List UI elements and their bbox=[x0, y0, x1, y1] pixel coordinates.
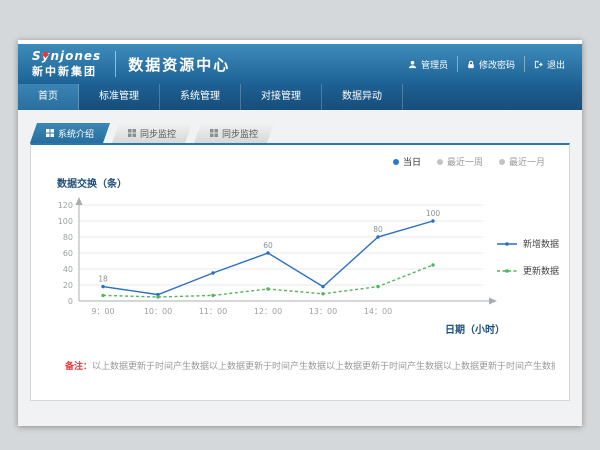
filter-label: 最近一周 bbox=[447, 155, 483, 168]
tab-label: 系统介绍 bbox=[58, 127, 94, 140]
content-area: 系统介绍 同步监控 同步监控 bbox=[18, 110, 582, 426]
grid-icon bbox=[46, 129, 54, 137]
svg-text:80: 80 bbox=[63, 233, 73, 242]
filter-today[interactable]: 当日 bbox=[393, 155, 421, 168]
logout-button-label: 退出 bbox=[547, 58, 565, 71]
dotted-line-sample-icon bbox=[496, 267, 518, 275]
svg-text:100: 100 bbox=[426, 209, 441, 218]
svg-text:0: 0 bbox=[68, 297, 73, 306]
desktop-background: Synjones 新中新集团 数据资源中心 管理员 修改密码 bbox=[0, 0, 600, 450]
filter-label: 最近一月 bbox=[509, 155, 545, 168]
filter-dot-icon bbox=[499, 159, 505, 165]
change-password-button-label: 修改密码 bbox=[479, 58, 515, 71]
nav-item-standard-mgmt[interactable]: 标准管理 bbox=[79, 84, 160, 110]
tab-strip: 系统介绍 同步监控 同步监控 bbox=[18, 110, 582, 143]
line-chart: 0 20 40 60 80 100 120 9：00 10：00 11：00 12：00 13：00 1… bbox=[41, 193, 501, 333]
svg-text:13：00: 13：00 bbox=[309, 307, 337, 316]
nav-item-home[interactable]: 首页 bbox=[18, 84, 79, 110]
tab-label: 同步监控 bbox=[140, 127, 176, 140]
svg-text:10：00: 10：00 bbox=[144, 307, 172, 316]
svg-text:40: 40 bbox=[63, 265, 73, 274]
svg-text:18: 18 bbox=[98, 275, 108, 284]
main-nav: 首页 标准管理 系统管理 对接管理 数据异动 bbox=[18, 84, 582, 110]
legend-new-data[interactable]: 新增数据 bbox=[496, 237, 559, 250]
user-toolbar: 管理员 修改密码 退出 bbox=[399, 44, 582, 84]
svg-text:80: 80 bbox=[373, 225, 383, 234]
logout-button[interactable]: 退出 bbox=[524, 56, 574, 72]
svg-text:9：00: 9：00 bbox=[91, 307, 114, 316]
grid-icon bbox=[128, 129, 136, 137]
logo-text-en: Synjones bbox=[32, 49, 101, 63]
admin-button-label: 管理员 bbox=[421, 58, 448, 71]
nav-item-connect-mgmt[interactable]: 对接管理 bbox=[241, 84, 322, 110]
y-axis-title: 数据交换（条） bbox=[57, 175, 127, 190]
svg-text:120: 120 bbox=[58, 201, 73, 210]
page-title: 数据资源中心 bbox=[128, 54, 230, 75]
logout-icon bbox=[534, 60, 543, 69]
tab-label: 同步监控 bbox=[222, 127, 258, 140]
svg-text:14：00: 14：00 bbox=[364, 307, 392, 316]
tab-sync-monitor-1[interactable]: 同步监控 bbox=[112, 123, 192, 143]
legend-updated-data[interactable]: 更新数据 bbox=[496, 264, 559, 277]
chart-legend: 新增数据 更新数据 bbox=[496, 237, 559, 277]
footnote-prefix: 备注： bbox=[65, 362, 92, 372]
svg-text:20: 20 bbox=[63, 281, 73, 290]
filter-label: 当日 bbox=[403, 155, 421, 168]
brand-logo: Synjones 新中新集团 bbox=[18, 49, 113, 79]
svg-text:12：00: 12：00 bbox=[254, 307, 282, 316]
change-password-button[interactable]: 修改密码 bbox=[457, 56, 524, 72]
svg-text:11：00: 11：00 bbox=[199, 307, 227, 316]
tab-sync-monitor-2[interactable]: 同步监控 bbox=[194, 123, 274, 143]
tab-system-intro[interactable]: 系统介绍 bbox=[30, 123, 110, 143]
app-window: Synjones 新中新集团 数据资源中心 管理员 修改密码 bbox=[18, 40, 582, 426]
app-header: Synjones 新中新集团 数据资源中心 管理员 修改密码 bbox=[18, 44, 582, 84]
filter-last-month[interactable]: 最近一月 bbox=[499, 155, 545, 168]
user-icon bbox=[408, 60, 417, 69]
lock-icon bbox=[467, 60, 475, 69]
footnote: 备注：以上数据更新于时间产生数据以上数据更新于时间产生数据以上数据更新于时间产生… bbox=[65, 359, 555, 372]
legend-label: 更新数据 bbox=[523, 264, 559, 277]
grid-icon bbox=[210, 129, 218, 137]
nav-item-system-mgmt[interactable]: 系统管理 bbox=[160, 84, 241, 110]
header-divider bbox=[115, 51, 116, 77]
footnote-text: 以上数据更新于时间产生数据以上数据更新于时间产生数据以上数据更新于时间产生数据以… bbox=[92, 362, 555, 372]
admin-button[interactable]: 管理员 bbox=[399, 56, 457, 72]
range-filters: 当日 最近一周 最近一月 bbox=[393, 155, 545, 168]
filter-dot-icon bbox=[393, 159, 399, 165]
nav-item-data-change[interactable]: 数据异动 bbox=[322, 84, 403, 110]
logo-text-cn: 新中新集团 bbox=[32, 63, 101, 79]
chart-panel: 当日 最近一周 最近一月 数据交换（条） 0 20 40 60 80 100 120 9：00… bbox=[30, 143, 570, 401]
svg-text:60: 60 bbox=[63, 249, 73, 258]
svg-text:60: 60 bbox=[263, 241, 273, 250]
x-axis-title: 日期（小时） bbox=[445, 321, 505, 336]
solid-line-sample-icon bbox=[496, 240, 518, 248]
filter-last-week[interactable]: 最近一周 bbox=[437, 155, 483, 168]
filter-dot-icon bbox=[437, 159, 443, 165]
svg-text:100: 100 bbox=[58, 217, 73, 226]
legend-label: 新增数据 bbox=[523, 237, 559, 250]
